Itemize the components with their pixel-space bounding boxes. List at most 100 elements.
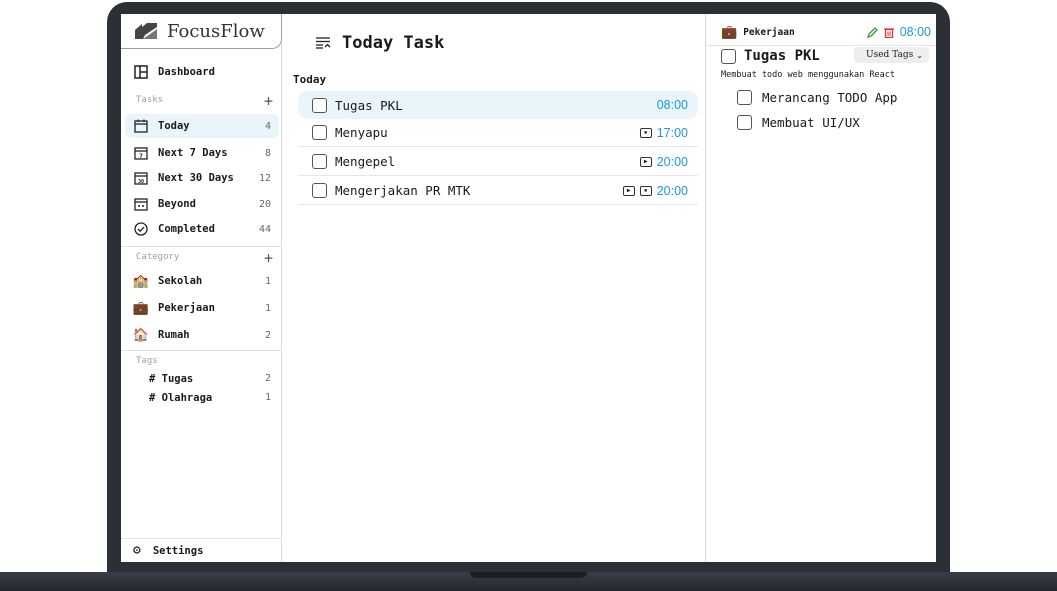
dashboard-icon [133,64,149,80]
sidebar-item-count: 4 [264,120,271,132]
tags-dropdown[interactable]: Used Tags ⌄ [854,47,929,63]
sidebar-item-completed[interactable]: Completed 44 [125,217,279,241]
trash-icon[interactable] [883,23,894,42]
sidebar-item-label: Beyond [158,198,196,210]
task-time: 17:00 [656,125,688,140]
task-row[interactable]: Mengerjakan PR MTK ▶ ▪ 20:00 [298,177,698,205]
page-title: Today Task [342,33,445,53]
sidebar-item-count: 1 [264,302,271,314]
calendar-7-icon: 7 [133,145,149,161]
detail-category: Pekerjaan [743,26,795,38]
tags-section-header: Tags [136,356,276,370]
sidebar-item-label: Dashboard [158,66,215,78]
tag-label: # Olahraga [149,392,213,404]
tag-item-tugas[interactable]: # Tugas 2 [149,373,275,385]
add-category-button[interactable]: + [264,249,273,267]
detail-title[interactable]: Tugas PKL [744,48,820,64]
work-icon: 💼 [132,300,150,316]
sidebar-item-count: 8 [264,147,271,159]
sidebar-item-dashboard[interactable]: Dashboard [125,60,279,84]
task-detail-panel: 💼 Pekerjaan 08:00 Tugas PKL Used Tags ⌄ … [707,14,936,562]
app-screen: FocusFlow Dashboard Tasks + Today 4 7 Ne… [121,14,936,562]
subtask-checkbox[interactable] [737,90,752,105]
sidebar-item-count: 2 [264,329,271,341]
sidebar: FocusFlow Dashboard Tasks + Today 4 7 Ne… [121,14,282,562]
task-name: Mengerjakan PR MTK [335,183,471,198]
task-time: 08:00 [656,98,688,112]
settings-button[interactable]: ⚙ Settings [121,538,282,562]
sidebar-item-next-30-days[interactable]: 30 Next 30 Days 12 [125,166,279,190]
task-row[interactable]: Mengepel ▶ 20:00 [298,148,698,176]
sidebar-item-label: Next 30 Days [158,172,234,184]
subtask-label: Merancang TODO App [762,90,898,105]
sort-icon[interactable] [316,34,332,53]
sidebar-item-label: Completed [158,223,215,235]
subtask-label: Membuat UI/UX [762,115,860,130]
tag-count: 2 [264,373,271,384]
add-task-list-button[interactable]: + [264,92,273,110]
task-list-panel: Today Task Today Tugas PKL 08:00 Menyapu… [283,14,706,562]
check-circle-icon [133,221,149,237]
image-icon: ▪ [639,185,652,196]
sidebar-item-label: Today [158,120,190,132]
task-row[interactable]: Tugas PKL 08:00 [298,91,698,119]
calendar-beyond-icon [133,196,149,212]
panel-header: Today Task [316,33,444,53]
task-checkbox[interactable] [312,154,327,169]
subtask-item[interactable]: Membuat UI/UX [737,115,860,130]
detail-title-row: Tugas PKL [721,48,820,64]
task-time: 20:00 [656,154,688,169]
task-name: Mengepel [335,154,396,169]
svg-text:30: 30 [138,179,144,185]
detail-description[interactable]: Membuat todo web menggunakan React [721,70,895,80]
sidebar-item-label: Next 7 Days [158,147,228,159]
calendar-today-icon [133,118,149,134]
tasks-section-header: Tasks + [136,92,276,110]
svg-text:7: 7 [139,153,143,160]
task-checkbox[interactable] [312,183,327,198]
divider [121,246,282,247]
sidebar-item-next-7-days[interactable]: 7 Next 7 Days 8 [125,141,279,165]
tasks-header-label: Tasks [136,95,164,105]
detail-time[interactable]: 08:00 [900,25,931,39]
video-icon: ▶ [639,156,652,167]
category-section-header: Category + [136,249,276,267]
task-meta: ▶ ▪ 20:00 [622,183,688,198]
task-row[interactable]: Menyapu ▪ 17:00 [298,119,698,147]
chevron-down-icon: ⌄ [916,50,923,60]
tag-label: # Tugas [149,373,194,385]
school-icon: 🏫 [132,273,150,289]
sidebar-item-label: Pekerjaan [158,302,215,314]
calendar-30-icon: 30 [133,170,149,186]
task-meta: ▶ 20:00 [639,154,688,169]
sidebar-item-pekerjaan[interactable]: 💼 Pekerjaan 1 [125,296,279,320]
task-checkbox[interactable] [312,97,327,113]
work-icon: 💼 [721,24,738,40]
settings-label: Settings [152,544,204,557]
divider [707,45,936,46]
detail-actions: 08:00 [866,23,931,42]
sidebar-item-sekolah[interactable]: 🏫 Sekolah 1 [125,269,279,293]
sidebar-item-beyond[interactable]: Beyond 20 [125,192,279,216]
video-icon: ▶ [622,185,635,196]
house-icon: 🏠 [132,327,150,343]
task-checkbox[interactable] [721,48,736,64]
sidebar-item-count: 1 [264,275,271,287]
task-checkbox[interactable] [312,125,327,140]
sidebar-item-today[interactable]: Today 4 [125,114,279,138]
task-meta: ▪ 17:00 [639,125,688,140]
sidebar-item-count: 20 [258,198,271,210]
image-icon: ▪ [639,127,652,138]
subtask-checkbox[interactable] [737,115,752,130]
task-time: 20:00 [656,183,688,198]
category-header-label: Category [136,252,180,262]
app-logo[interactable]: FocusFlow [121,14,282,49]
subtask-item[interactable]: Merancang TODO App [737,90,897,105]
edit-icon[interactable] [866,23,878,42]
tags-dropdown-label: Used Tags [866,50,914,60]
group-label: Today [293,73,327,86]
tag-item-olahraga[interactable]: # Olahraga 1 [149,392,275,404]
sidebar-item-rumah[interactable]: 🏠 Rumah 2 [125,323,279,347]
task-name: Tugas PKL [335,97,403,113]
sidebar-item-label: Rumah [158,329,190,341]
